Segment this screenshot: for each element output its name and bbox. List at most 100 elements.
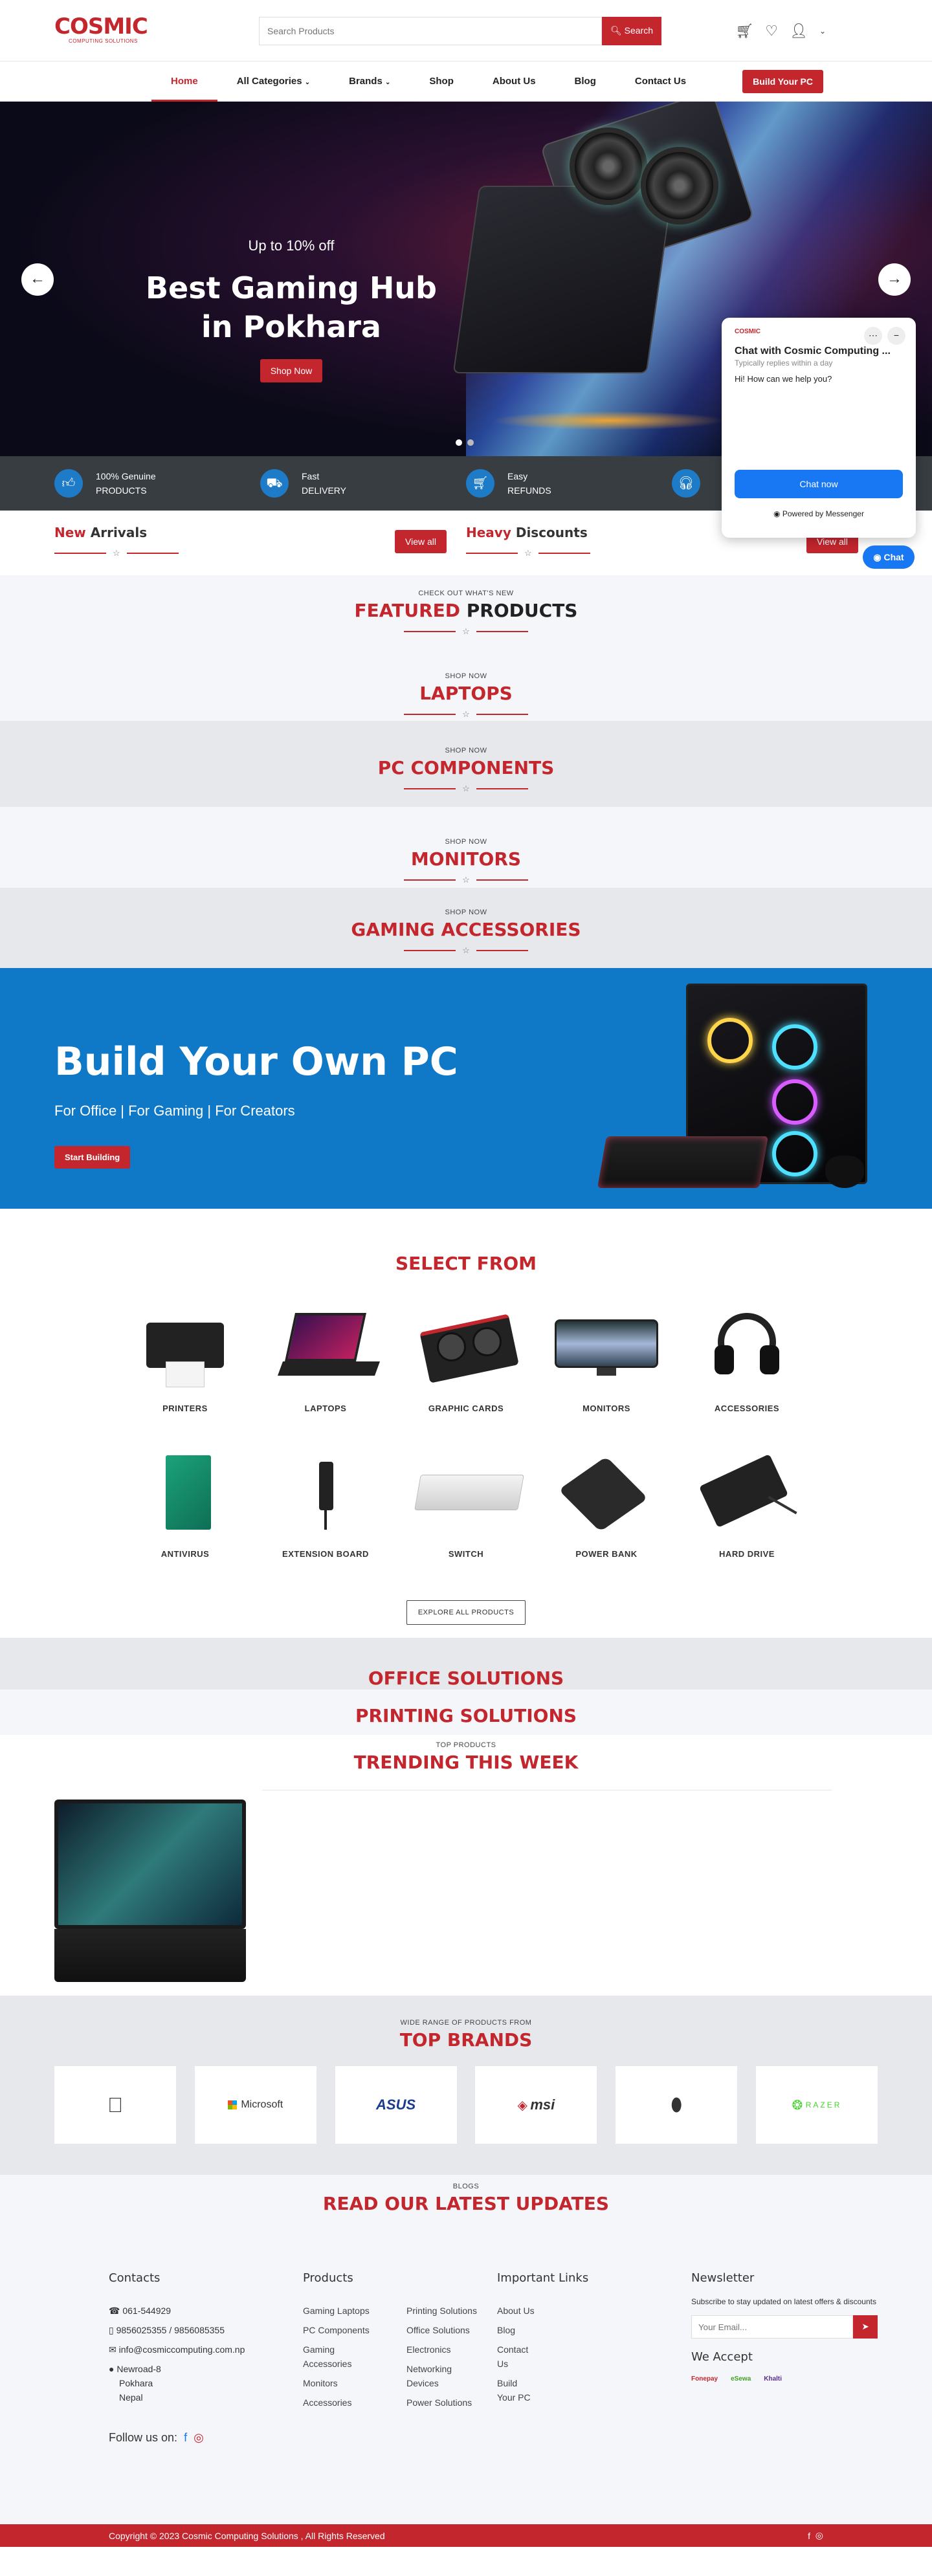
nav-item-all-categories[interactable]: All Categories ⌄	[217, 61, 329, 102]
extension-board-image	[267, 1452, 384, 1536]
contact-phone[interactable]: 061-544929	[122, 2306, 171, 2316]
messenger-chat-button[interactable]: ◉ Chat	[863, 545, 915, 569]
newsletter-email-input[interactable]	[691, 2315, 853, 2339]
chevron-down-icon[interactable]: ⌄	[819, 27, 826, 36]
build-pc-banner: Build Your Own PC For Office | For Gamin…	[0, 968, 932, 1209]
brand-microsoft[interactable]: Microsoft	[194, 2066, 316, 2144]
explore-all-products-button[interactable]: EXPLORE ALL PRODUCTS	[406, 1600, 526, 1625]
nav-item-brands[interactable]: Brands ⌄	[329, 61, 410, 102]
new-arrivals: New Arrivals ☆ View all	[54, 511, 466, 558]
category-accessories[interactable]: ACCESSORIES	[677, 1306, 817, 1413]
search-button[interactable]: 🔍︎ Search	[602, 16, 661, 45]
category-power-bank[interactable]: POWER BANK	[537, 1452, 677, 1559]
nav-item-shop[interactable]: Shop	[410, 61, 473, 102]
trending-laptop-image[interactable]	[54, 1800, 246, 1982]
contact-email[interactable]: info@cosmiccomputing.com.np	[119, 2344, 245, 2355]
search-button-label: Search	[624, 25, 654, 36]
footer-link[interactable]: Monitors	[303, 2376, 394, 2390]
footer-link[interactable]: PC Components	[303, 2323, 394, 2337]
shop-now-button[interactable]: Shop Now	[260, 359, 323, 382]
fonepay-logo: Fonepay	[691, 2375, 718, 2383]
carousel-dot[interactable]	[456, 439, 462, 446]
brand-apple[interactable]: 	[54, 2066, 176, 2144]
footer-link[interactable]: Networking Devices	[406, 2362, 465, 2390]
footer-link[interactable]: Power Solutions	[406, 2395, 477, 2410]
mouse-image	[825, 1156, 864, 1188]
build-your-pc-button[interactable]: Build Your PC	[742, 70, 823, 93]
footer-link[interactable]: Blog	[497, 2323, 691, 2337]
category-laptops[interactable]: LAPTOPS	[256, 1306, 396, 1413]
footer-link[interactable]: Office Solutions	[406, 2323, 477, 2337]
nav-item-label: Brands	[349, 76, 383, 87]
logo[interactable]: COSMIC COMPUTING SOLUTIONS	[54, 15, 151, 47]
messenger-icon: ◉	[773, 509, 781, 518]
brand-msi[interactable]: ◈ msi	[475, 2066, 597, 2144]
hero-text: Up to 10% off Best Gaming Hub in Pokhara…	[129, 237, 453, 382]
chat-now-button[interactable]: Chat now	[735, 470, 903, 498]
category-antivirus[interactable]: ANTIVIRUS	[115, 1452, 256, 1559]
contact-address: Newroad-8	[116, 2364, 161, 2374]
nav-item-blog[interactable]: Blog	[555, 61, 616, 102]
footer-contacts: Contacts ☎ 061-544929 ▯ 9856025355 / 985…	[109, 2271, 303, 2445]
messenger-status: Typically replies within a day	[735, 358, 833, 368]
esewa-logo: eSewa	[731, 2375, 751, 2383]
more-options-icon[interactable]: ⋯	[864, 327, 882, 345]
user-icon[interactable]: 👤︎	[790, 23, 808, 39]
section-eyebrow: CHECK OUT WHAT'S NEW	[418, 589, 514, 597]
carousel-dot[interactable]	[467, 439, 474, 446]
site-footer: Contacts ☎ 061-544929 ▯ 9856025355 / 985…	[0, 2230, 932, 2524]
category-hard-drive[interactable]: HARD DRIVE	[677, 1452, 817, 1559]
category-graphic-cards[interactable]: GRAPHIC CARDS	[396, 1306, 537, 1413]
arrow-left-icon[interactable]: ←	[21, 263, 54, 296]
section-eyebrow: SHOP NOW	[445, 747, 487, 754]
switch-image	[408, 1452, 524, 1536]
nav-item-contact-us[interactable]: Contact Us	[616, 61, 705, 102]
contact-mobile[interactable]: 9856025355 / 9856085355	[116, 2325, 225, 2335]
nav-item-home[interactable]: Home	[151, 61, 217, 102]
heart-icon[interactable]: ♡	[765, 23, 778, 39]
newsletter-submit-button[interactable]: ➤	[853, 2315, 878, 2339]
brand-asus[interactable]: ASUS	[335, 2066, 457, 2144]
footer-link[interactable]: Gaming Laptops	[303, 2304, 394, 2318]
section-title: PRINTING SOLUTIONS	[355, 1705, 577, 1726]
fan-ring	[772, 1079, 817, 1125]
start-building-button[interactable]: Start Building	[54, 1146, 131, 1169]
search-input[interactable]	[259, 16, 602, 45]
instagram-icon[interactable]: ◎	[194, 2431, 204, 2444]
divider: ☆	[0, 709, 932, 720]
footer-link[interactable]: Accessories	[303, 2395, 394, 2410]
facebook-icon[interactable]: f	[184, 2431, 187, 2444]
view-all-arrivals-button[interactable]: View all	[395, 530, 447, 553]
category-monitors[interactable]: MONITORS	[537, 1306, 677, 1413]
footer-link[interactable]: Gaming Accessories	[303, 2342, 361, 2371]
messenger-title: Chat with Cosmic Computing ...	[735, 346, 891, 357]
minimize-icon[interactable]: −	[887, 327, 905, 345]
arrow-right-icon[interactable]: →	[878, 263, 911, 296]
brand-label: msi	[530, 2097, 555, 2113]
category-label: PRINTERS	[162, 1404, 208, 1413]
top-brands-section: WIDE RANGE OF PRODUCTS FROM TOP BRANDS …	[0, 1996, 932, 2175]
headset-icon: 🎧︎	[672, 469, 700, 498]
category-printers[interactable]: PRINTERS	[115, 1306, 256, 1413]
facebook-icon[interactable]: f	[808, 2531, 810, 2541]
footer-link[interactable]: About Us	[497, 2304, 691, 2318]
brand-razer[interactable]: ❂ RAZER	[755, 2066, 878, 2144]
pc-components-section: SHOP NOW PC COMPONENTS ☆	[0, 721, 932, 807]
hero-glow	[492, 411, 725, 430]
instagram-icon[interactable]: ◎	[816, 2530, 823, 2541]
select-from-section: SELECT FROM PRINTERS LAPTOPS GRAPHIC CAR…	[0, 1209, 932, 1638]
divider: ☆	[0, 875, 932, 885]
brand-alienware[interactable]: ⬮	[616, 2066, 738, 2144]
cart-icon[interactable]: 🛒︎	[735, 23, 753, 39]
feature-title: 100% Genuine	[96, 471, 156, 481]
divider: ☆	[0, 784, 932, 794]
alienware-logo: ⬮	[671, 2094, 682, 2115]
nav-item-about-us[interactable]: About Us	[473, 61, 555, 102]
footer-link[interactable]: Electronics	[406, 2342, 477, 2357]
copyright-text: Copyright © 2023 Cosmic Computing Soluti…	[109, 2530, 385, 2541]
footer-link[interactable]: Printing Solutions	[406, 2304, 477, 2318]
footer-link[interactable]: Contact Us	[497, 2342, 536, 2371]
category-switch[interactable]: SWITCH	[396, 1452, 537, 1559]
footer-link[interactable]: Build Your PC	[497, 2376, 536, 2405]
category-extension-board[interactable]: EXTENSION BOARD	[256, 1452, 396, 1559]
